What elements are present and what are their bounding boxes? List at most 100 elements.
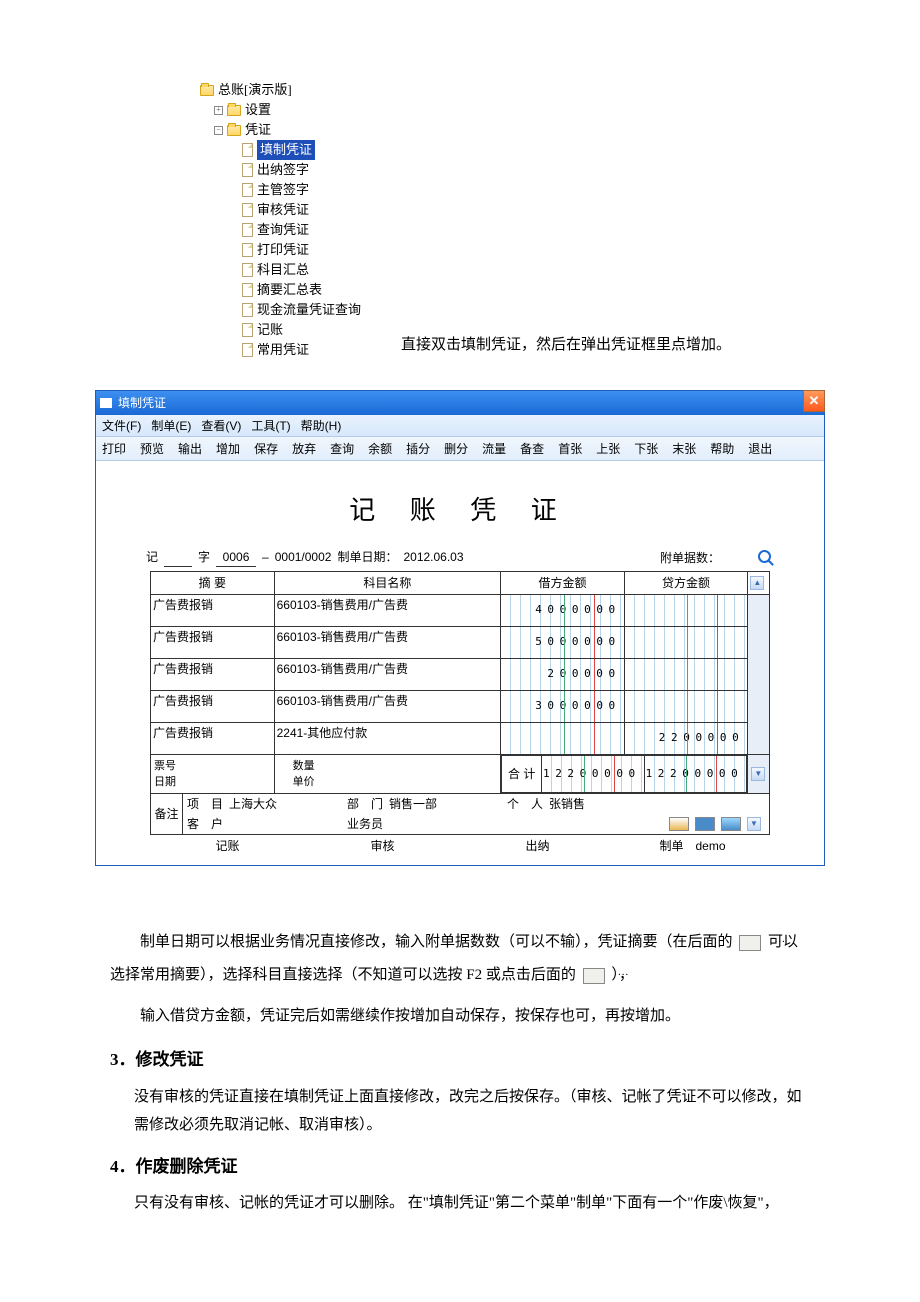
aux-label: 日期 bbox=[154, 776, 176, 788]
folder-icon bbox=[200, 85, 214, 96]
table-row[interactable]: 广告费报销660103-销售费用/广告费200000 bbox=[151, 659, 770, 691]
zi-blank[interactable] bbox=[164, 548, 192, 567]
scroll-up[interactable]: ▲ bbox=[748, 572, 770, 595]
tool-exit[interactable]: 退出 bbox=[748, 440, 772, 458]
scroll-down[interactable]: ▼ bbox=[748, 755, 770, 794]
notes-proj-label: 项 目 bbox=[187, 795, 229, 813]
tree-root[interactable]: 总账[演示版] bbox=[200, 80, 361, 100]
tool-next[interactable]: 下张 bbox=[634, 440, 658, 458]
menu-help[interactable]: 帮助(H) bbox=[301, 417, 342, 435]
cell-credit[interactable] bbox=[625, 691, 748, 722]
tree-node-voucher[interactable]: −凭证 bbox=[214, 120, 361, 140]
tool-first[interactable]: 首张 bbox=[558, 440, 582, 458]
cell-account[interactable]: 2241-其他应付款 bbox=[275, 723, 501, 743]
file-icon bbox=[242, 143, 253, 157]
aux-row: 票号日期 数量单价 合 计 12200000 12200000 ▼ bbox=[151, 755, 770, 794]
tree-item[interactable]: 审核凭证 bbox=[242, 200, 361, 220]
voucher-number[interactable]: 0006 bbox=[216, 548, 256, 567]
collapse-icon[interactable]: − bbox=[214, 126, 223, 135]
notes-icon-2[interactable] bbox=[695, 817, 715, 831]
tree-item[interactable]: 主管签字 bbox=[242, 180, 361, 200]
cell-summary[interactable]: 广告费报销 bbox=[151, 691, 274, 711]
tool-discard[interactable]: 放弃 bbox=[292, 440, 316, 458]
menu-file[interactable]: 文件(F) bbox=[102, 417, 141, 435]
tree-instruction: 直接双击填制凭证，然后在弹出凭证框里点增加。 bbox=[401, 334, 731, 361]
tool-memo[interactable]: 备查 bbox=[520, 440, 544, 458]
tree-item[interactable]: 科目汇总 bbox=[242, 260, 361, 280]
tool-add[interactable]: 增加 bbox=[216, 440, 240, 458]
cell-account[interactable]: 660103-销售费用/广告费 bbox=[275, 627, 501, 647]
tree-item[interactable]: 现金流量凭证查询 bbox=[242, 300, 361, 320]
tree-item[interactable]: 记账 bbox=[242, 320, 361, 340]
tree-item-fill-voucher[interactable]: 填制凭证 bbox=[242, 140, 361, 160]
expand-icon[interactable]: + bbox=[214, 106, 223, 115]
tool-print[interactable]: 打印 bbox=[102, 440, 126, 458]
cell-summary[interactable]: 广告费报销 bbox=[151, 659, 274, 679]
tool-delete[interactable]: 删分 bbox=[444, 440, 468, 458]
cell-debit[interactable]: 5000000 bbox=[501, 627, 624, 658]
table-row[interactable]: 广告费报销2241-其他应付款 2200000 bbox=[151, 723, 770, 755]
tool-last[interactable]: 末张 bbox=[672, 440, 696, 458]
voucher-dash: – bbox=[262, 548, 269, 566]
col-debit: 借方金额 bbox=[501, 572, 625, 595]
notes-dept[interactable]: 销售一部 bbox=[389, 795, 489, 813]
footer-zhidan: demo bbox=[696, 839, 726, 853]
notes-op[interactable] bbox=[389, 815, 489, 833]
voucher-date[interactable]: 2012.06.03 bbox=[403, 548, 463, 566]
chevron-down-icon[interactable]: ▼ bbox=[747, 817, 761, 831]
table-row[interactable]: 广告费报销660103-销售费用/广告费5000000 bbox=[151, 627, 770, 659]
doc-p4: 只有没有审核、记帐的凭证才可以删除。 在"填制凭证"第二个菜单"制单"下面有一个… bbox=[134, 1189, 810, 1218]
folder-icon bbox=[227, 105, 241, 116]
cell-summary[interactable]: 广告费报销 bbox=[151, 627, 274, 647]
cell-credit[interactable] bbox=[625, 659, 748, 690]
table-row[interactable]: 广告费报销660103-销售费用/广告费4000000 bbox=[151, 595, 770, 627]
tool-preview[interactable]: 预览 bbox=[140, 440, 164, 458]
tree-item-label: 审核凭证 bbox=[257, 200, 309, 220]
search-icon[interactable] bbox=[758, 550, 774, 566]
tool-help[interactable]: 帮助 bbox=[710, 440, 734, 458]
tool-save[interactable]: 保存 bbox=[254, 440, 278, 458]
tool-prev[interactable]: 上张 bbox=[596, 440, 620, 458]
cell-debit[interactable]: 200000 bbox=[501, 659, 624, 690]
tree-item[interactable]: 常用凭证 bbox=[242, 340, 361, 360]
menu-tool[interactable]: 工具(T) bbox=[251, 417, 290, 435]
cell-credit[interactable] bbox=[625, 595, 748, 626]
notes-person[interactable]: 张销售 bbox=[549, 795, 649, 813]
tree-item[interactable]: 打印凭证 bbox=[242, 240, 361, 260]
folder-icon bbox=[227, 125, 241, 136]
title-bar: 填制凭证 ✕ bbox=[96, 391, 824, 415]
doc-h3: 3．修改凭证 bbox=[110, 1047, 810, 1073]
close-button[interactable]: ✕ bbox=[803, 390, 825, 412]
table-row[interactable]: 广告费报销660103-销售费用/广告费3000000 bbox=[151, 691, 770, 723]
cell-summary[interactable]: 广告费报销 bbox=[151, 723, 274, 743]
footer-jizhang: 记账 bbox=[150, 837, 305, 855]
cell-credit[interactable]: 2200000 bbox=[625, 723, 748, 754]
cell-summary[interactable]: 广告费报销 bbox=[151, 595, 274, 615]
tool-balance[interactable]: 余额 bbox=[368, 440, 392, 458]
menu-view[interactable]: 查看(V) bbox=[201, 417, 241, 435]
notes-proj[interactable]: 上海大众 bbox=[229, 795, 329, 813]
tool-flow[interactable]: 流量 bbox=[482, 440, 506, 458]
cell-account[interactable]: 660103-销售费用/广告费 bbox=[275, 691, 501, 711]
scroll-track[interactable] bbox=[748, 595, 770, 755]
tool-insert[interactable]: 插分 bbox=[406, 440, 430, 458]
cell-account[interactable]: 660103-销售费用/广告费 bbox=[275, 595, 501, 615]
file-icon bbox=[242, 183, 253, 197]
cell-debit[interactable]: 4000000 bbox=[501, 595, 624, 626]
tree-item[interactable]: 查询凭证 bbox=[242, 220, 361, 240]
tree-node-settings[interactable]: +设置 bbox=[214, 100, 361, 120]
menu-edit[interactable]: 制单(E) bbox=[151, 417, 191, 435]
tool-export[interactable]: 输出 bbox=[178, 440, 202, 458]
cell-debit[interactable]: 3000000 bbox=[501, 691, 624, 722]
notes-label: 备注 bbox=[151, 794, 183, 834]
notes-icon-1[interactable] bbox=[669, 817, 689, 831]
tree-item[interactable]: 摘要汇总表 bbox=[242, 280, 361, 300]
cell-debit[interactable] bbox=[501, 723, 624, 754]
cell-credit[interactable] bbox=[625, 627, 748, 658]
tool-query[interactable]: 查询 bbox=[330, 440, 354, 458]
notes-cust[interactable] bbox=[229, 815, 329, 833]
notes-icon-3[interactable] bbox=[721, 817, 741, 831]
voucher-footer: 记账 审核 出纳 制单 demo bbox=[150, 837, 770, 855]
cell-account[interactable]: 660103-销售费用/广告费 bbox=[275, 659, 501, 679]
tree-item[interactable]: 出纳签字 bbox=[242, 160, 361, 180]
